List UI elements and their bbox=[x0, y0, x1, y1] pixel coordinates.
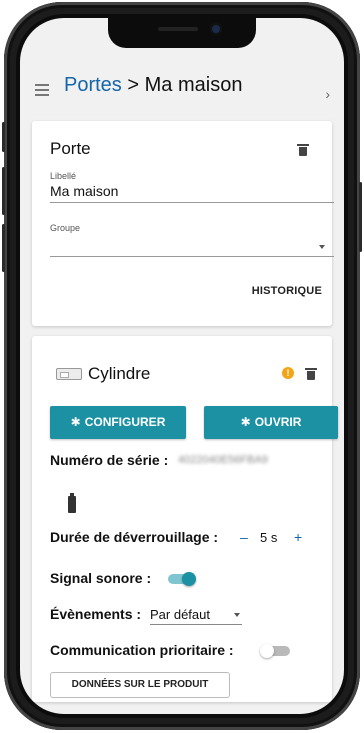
group-select[interactable] bbox=[50, 237, 320, 255]
bluetooth-icon: ✱ bbox=[70, 415, 81, 429]
decrease-duration-button[interactable]: – bbox=[240, 529, 248, 545]
front-camera bbox=[212, 25, 220, 33]
chevron-down-icon[interactable] bbox=[234, 613, 240, 617]
label-field-label: Libellé bbox=[50, 171, 77, 181]
history-button[interactable]: HISTORIQUE bbox=[252, 285, 322, 297]
chevron-down-icon[interactable] bbox=[319, 245, 325, 249]
speaker-grille bbox=[158, 27, 198, 31]
unlock-duration-label: Durée de déverrouillage : bbox=[50, 529, 219, 545]
serial-number-value: 4022040E56FBA9 bbox=[178, 454, 268, 466]
configure-button[interactable]: ✱ CONFIGURER bbox=[50, 406, 186, 439]
unlock-duration-value: 5 s bbox=[260, 530, 278, 545]
bluetooth-icon: ✱ bbox=[240, 415, 251, 429]
cylinder-card-title: Cylindre bbox=[88, 364, 151, 383]
volume-up-button bbox=[2, 167, 5, 215]
page-title: Portes > Ma maison bbox=[64, 74, 304, 96]
trash-icon[interactable] bbox=[305, 368, 317, 380]
beep-label: Signal sonore : bbox=[50, 570, 152, 586]
group-field-underline bbox=[50, 256, 334, 257]
priority-comm-label: Communication prioritaire : bbox=[50, 642, 234, 658]
beep-toggle-knob[interactable] bbox=[182, 572, 196, 586]
events-select[interactable]: Par défaut bbox=[150, 607, 242, 625]
breadcrumb-separator: > bbox=[127, 74, 140, 96]
open-button[interactable]: ✱ OUVRIR bbox=[204, 406, 338, 439]
serial-number-label: Numéro de série : bbox=[50, 452, 169, 468]
product-data-button[interactable]: DONNÉES SUR LE PRODUIT bbox=[50, 672, 230, 698]
warning-icon[interactable]: ! bbox=[282, 367, 294, 379]
events-select-value: Par défaut bbox=[150, 607, 210, 622]
app-header: Portes > Ma maison › bbox=[20, 58, 344, 120]
increase-duration-button[interactable]: + bbox=[294, 529, 302, 545]
group-field-label: Groupe bbox=[50, 223, 81, 233]
side-button bbox=[2, 122, 5, 152]
door-card-title: Porte bbox=[50, 139, 91, 158]
trash-icon[interactable] bbox=[297, 144, 309, 156]
phone-frame: Portes > Ma maison › Porte Libellé Ma ma… bbox=[2, 2, 362, 730]
breadcrumb-parent-link[interactable]: Portes bbox=[64, 74, 122, 96]
hamburger-menu-icon[interactable] bbox=[35, 84, 49, 96]
cylinder-lock-icon bbox=[56, 368, 82, 380]
volume-down-button bbox=[2, 224, 5, 272]
power-button bbox=[359, 182, 362, 252]
door-card: Porte Libellé Ma maison Groupe HISTORIQU… bbox=[32, 121, 334, 326]
cylinder-card: Cylindre ! ✱ CONFIGURER ✱ OUVRIR Numéro de… bbox=[32, 336, 338, 702]
phone-notch bbox=[108, 18, 256, 48]
battery-icon bbox=[68, 493, 76, 513]
priority-toggle-knob[interactable] bbox=[260, 644, 274, 658]
label-field-input[interactable]: Ma maison bbox=[50, 183, 118, 199]
configure-button-label: CONFIGURER bbox=[84, 415, 166, 429]
chevron-right-icon[interactable]: › bbox=[325, 86, 330, 102]
open-button-label: OUVRIR bbox=[254, 415, 302, 429]
app-screen: Portes > Ma maison › Porte Libellé Ma ma… bbox=[20, 18, 344, 714]
events-label: Évènements : bbox=[50, 606, 142, 622]
label-field-underline bbox=[50, 202, 334, 203]
breadcrumb-current: Ma maison bbox=[144, 74, 243, 96]
